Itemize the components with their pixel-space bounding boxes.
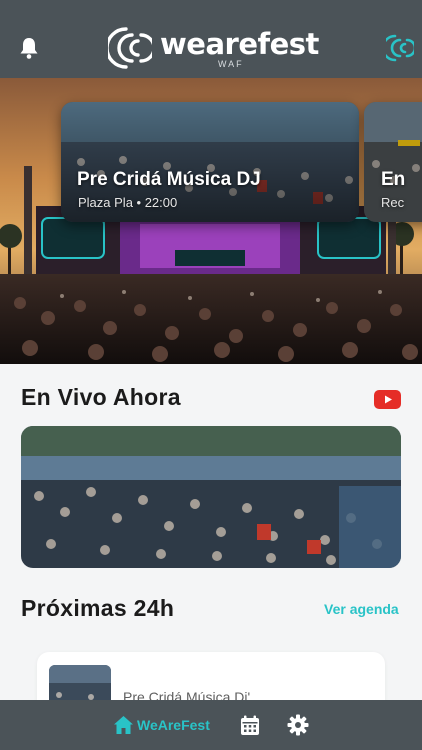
live-video-image	[21, 426, 401, 568]
calendar-icon[interactable]	[240, 715, 260, 736]
live-stream-icon[interactable]	[386, 34, 414, 62]
carousel-card-subtitle: Plaza Pla • 22:00	[78, 195, 178, 210]
logo-subtitle: WAF	[218, 59, 244, 69]
app-logo: wearefest WAF	[108, 26, 319, 72]
logo-icon	[108, 27, 152, 69]
hero-banner: Pre Cridá Música DJ Plaza Pla • 22:00 En…	[0, 78, 422, 364]
live-video-thumbnail[interactable]	[21, 426, 401, 568]
nav-home-tab[interactable]: WeAreFest	[113, 714, 210, 736]
bell-icon[interactable]	[18, 36, 40, 60]
logo-wordmark: wearefest	[160, 27, 319, 61]
view-agenda-link[interactable]: Ver agenda	[324, 601, 399, 617]
carousel-card-next-subtitle: Rec	[381, 195, 405, 210]
carousel-card-title: Pre Cridá Música DJ	[77, 169, 261, 190]
youtube-icon[interactable]	[374, 390, 401, 409]
nav-home-label: WeAreFest	[137, 717, 210, 733]
upcoming-section-title: Próximas 24h	[21, 595, 175, 621]
settings-gear-icon[interactable]	[287, 714, 309, 736]
live-section-title: En Vivo Ahora	[21, 384, 181, 410]
carousel-card[interactable]: Pre Cridá Música DJ Plaza Pla • 22:00	[61, 102, 359, 222]
bottom-nav: WeAreFest	[0, 700, 422, 750]
app-header: wearefest WAF	[0, 0, 422, 78]
carousel-card-next[interactable]: En Rec	[364, 102, 422, 222]
home-icon	[114, 716, 133, 734]
carousel-card-next-title: En	[381, 169, 406, 190]
